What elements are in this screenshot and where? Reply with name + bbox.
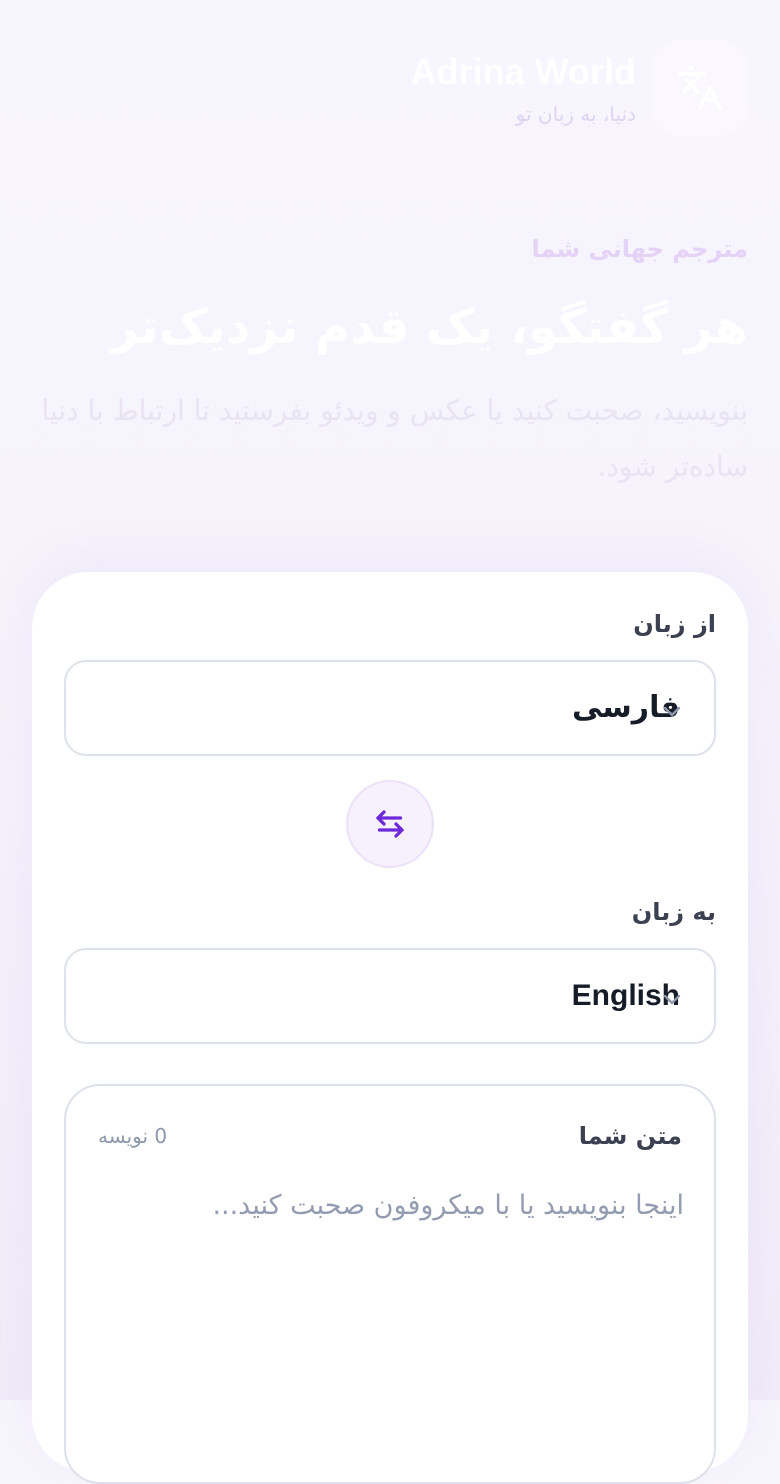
app-logo [652,40,748,136]
source-text-title: متن شما [578,1122,682,1150]
translate-icon [678,66,722,110]
chevron-down-icon [663,706,681,717]
to-language-select[interactable]: English [64,948,716,1044]
char-count: 0 نویسه [98,1124,168,1148]
swap-arrows-icon [376,810,404,838]
hero-section: مترجم جهانی شما هر گفتگو، یک قدم نزدیک‌ت… [32,225,748,495]
brand: Adrina World دنیا، به زبان تو [410,51,636,127]
chevron-down-icon [663,994,681,1005]
source-text-input[interactable] [96,1190,684,1430]
hero-eyebrow: مترجم جهانی شما [531,235,748,263]
to-language-label: به زبان [631,898,716,926]
brand-tagline: دنیا، به زبان تو [515,102,636,126]
app-header: Adrina World دنیا، به زبان تو [32,40,748,144]
source-text-panel: متن شما 0 نویسه [64,1084,716,1484]
from-language-label: از زبان [633,610,716,638]
swap-languages-button[interactable] [346,780,434,868]
brand-name: Adrina World [410,51,636,92]
hero-subtitle: بنویسید، صحبت کنید یا عکس و ویدئو بفرستی… [41,394,748,483]
from-language-select[interactable]: فارسی [64,660,716,756]
translator-card: از زبان فارسی به زبان English متن شما 0 … [32,572,748,1484]
hero-title: هر گفتگو، یک قدم نزدیک‌تر [110,299,748,355]
